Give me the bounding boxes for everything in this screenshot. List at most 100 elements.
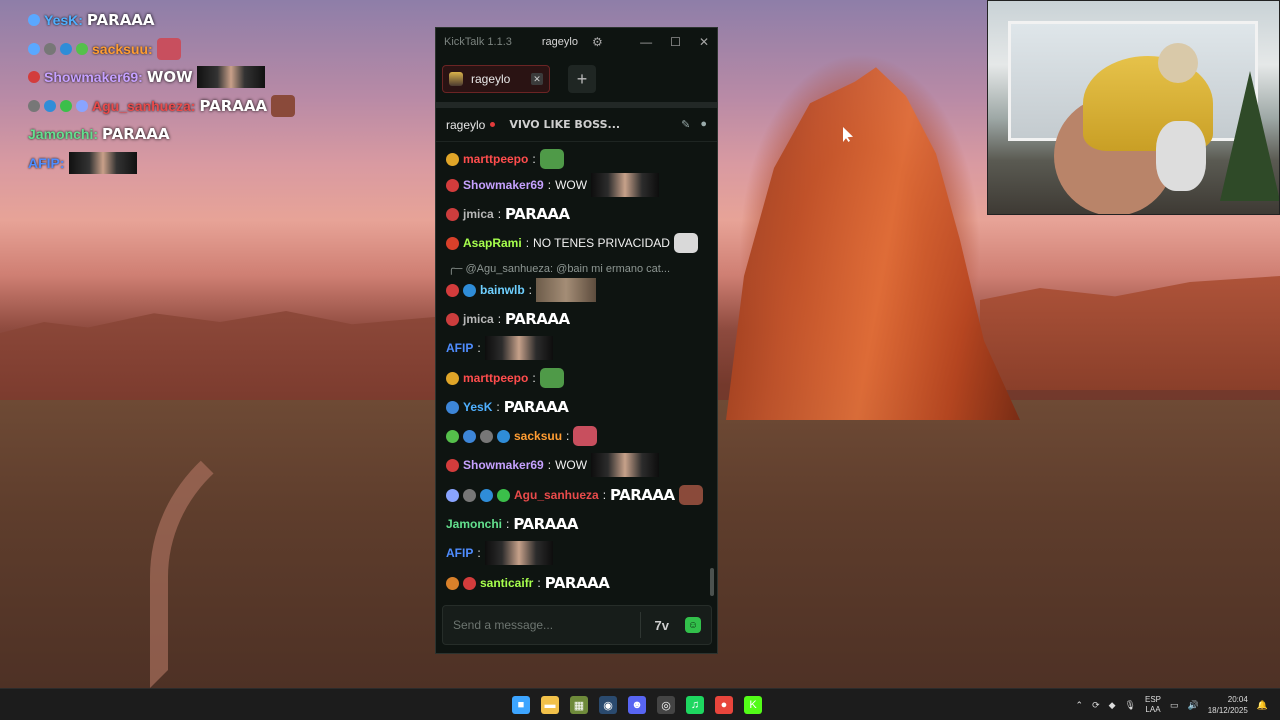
badge-icon bbox=[76, 42, 88, 55]
file-explorer-icon[interactable]: ▬ bbox=[541, 696, 559, 714]
chat-username[interactable]: marttpeepo bbox=[463, 371, 528, 385]
chat-message[interactable]: marttpeepo: bbox=[446, 148, 711, 170]
chat-username[interactable]: Agu_sanhueza bbox=[514, 488, 599, 502]
chat-message[interactable]: santicaifr: PARAAA bbox=[446, 572, 711, 594]
titlebar[interactable]: KickTalk 1.1.3 rageylo ⚙ — ☐ ✕ bbox=[436, 28, 717, 56]
tabs-bar: rageylo ✕ + bbox=[436, 56, 717, 108]
steam-icon[interactable]: ◉ bbox=[599, 696, 617, 714]
tab-close-icon[interactable]: ✕ bbox=[531, 73, 543, 85]
notification-icon[interactable]: 🔔 bbox=[1257, 700, 1268, 711]
spotify-icon[interactable]: ♫ bbox=[686, 696, 704, 714]
user-icon[interactable]: ● bbox=[700, 118, 707, 131]
obs-icon[interactable]: ◎ bbox=[657, 696, 675, 714]
badge-icon bbox=[446, 236, 459, 250]
chat-message[interactable]: AFIP: bbox=[446, 541, 711, 565]
gear-icon[interactable]: ⚙ bbox=[592, 35, 603, 49]
system-tray: ⌃ ⟳ ◆ 🎙 ESP LAA ▭ 🔊 20:04 18/12/2025 🔔 bbox=[1076, 689, 1268, 720]
chat-message[interactable]: AsapRami: NO TENES PRIVACIDAD bbox=[446, 232, 711, 254]
chat-username[interactable]: AsapRami bbox=[463, 236, 522, 250]
shield-icon[interactable]: ◆ bbox=[1109, 700, 1116, 711]
badge-icon bbox=[446, 576, 459, 590]
chat-username[interactable]: AFIP bbox=[446, 341, 473, 355]
badge-icon bbox=[446, 400, 459, 414]
windows-start-icon[interactable]: ■ bbox=[512, 696, 530, 714]
channel-name[interactable]: rageylo bbox=[446, 118, 485, 132]
clock[interactable]: 20:04 18/12/2025 bbox=[1208, 694, 1248, 716]
volume-icon[interactable]: 🔊 bbox=[1188, 700, 1199, 711]
chat-message[interactable]: Agu_sanhueza: PARAAA bbox=[446, 484, 711, 506]
chat-scrollbar[interactable] bbox=[710, 568, 714, 596]
kick-icon[interactable]: K bbox=[744, 696, 762, 714]
reply-preview[interactable]: ╭─ @Agu_sanhueza: @bain mi ermano cat... bbox=[448, 262, 670, 275]
add-tab-button[interactable]: + bbox=[568, 65, 596, 93]
chat-username[interactable]: santicaifr bbox=[480, 576, 533, 590]
colon: : bbox=[537, 576, 541, 590]
chat-message[interactable]: AFIP: bbox=[446, 336, 711, 360]
badge-icon bbox=[44, 99, 56, 112]
emote-icon bbox=[573, 426, 598, 446]
badge-icon bbox=[480, 488, 493, 502]
chat-username[interactable]: Showmaker69 bbox=[463, 178, 544, 192]
badge-icon bbox=[446, 152, 459, 166]
discord-icon[interactable]: ☻ bbox=[628, 696, 646, 714]
app-green-icon[interactable]: ▦ bbox=[570, 696, 588, 714]
chat-username[interactable]: bainwlb bbox=[480, 283, 525, 297]
message-composer: Send a message... 7v ☺ bbox=[442, 605, 712, 645]
chat-username[interactable]: sacksuu bbox=[514, 429, 562, 443]
kick-emote-icon[interactable]: ☺ bbox=[685, 617, 701, 633]
overlay-image-emote bbox=[68, 151, 137, 174]
overlay-username: AFIP: bbox=[28, 154, 65, 171]
overlay-chat-line: Agu_sanhueza: PARAAA bbox=[28, 92, 328, 121]
colon: : bbox=[547, 458, 552, 472]
chat-username[interactable]: jmica bbox=[463, 207, 494, 221]
chat-username[interactable]: Jamonchi bbox=[446, 517, 502, 531]
composer-divider bbox=[639, 612, 641, 638]
overlay-username: YesK: bbox=[44, 12, 83, 29]
language-indicator[interactable]: ESP LAA bbox=[1145, 695, 1161, 715]
emote-picker-icon[interactable]: 7v bbox=[655, 618, 669, 633]
overlay-chat-line: YesK: PARAAA bbox=[28, 6, 328, 35]
chat-message[interactable]: bainwlb: bbox=[446, 278, 711, 302]
colon: : bbox=[506, 517, 510, 531]
chat-message[interactable]: YesK: PARAAA bbox=[446, 396, 711, 418]
badge-icon bbox=[446, 178, 459, 192]
chat-message[interactable]: jmica: PARAAA bbox=[446, 203, 711, 225]
image-emote bbox=[591, 173, 660, 197]
chrome-icon[interactable]: ● bbox=[715, 696, 733, 714]
close-button[interactable]: ✕ bbox=[699, 35, 709, 49]
tab-rageylo[interactable]: rageylo ✕ bbox=[442, 65, 550, 93]
emote-icon bbox=[673, 233, 698, 253]
colon: : bbox=[525, 236, 530, 250]
mic-icon[interactable]: 🎙 bbox=[1125, 700, 1136, 711]
badge-icon bbox=[446, 283, 459, 297]
emote-icon bbox=[678, 485, 703, 505]
chat-text: NO TENES PRIVACIDAD bbox=[533, 236, 670, 250]
chat-messages[interactable]: marttpeepo: Showmaker69: WOW jmica: PARAAA As… bbox=[436, 148, 717, 600]
minimize-button[interactable]: — bbox=[640, 35, 652, 49]
app-title: KickTalk 1.1.3 bbox=[444, 36, 512, 48]
message-input[interactable]: Send a message... bbox=[453, 618, 640, 632]
chat-message[interactable]: sacksuu: bbox=[446, 425, 711, 447]
emote-icon bbox=[539, 368, 564, 388]
chevron-up-icon[interactable]: ⌃ bbox=[1076, 700, 1084, 711]
current-user[interactable]: rageylo bbox=[542, 36, 578, 48]
chat-username[interactable]: Showmaker69 bbox=[463, 458, 544, 472]
chat-message[interactable]: Showmaker69: WOW bbox=[446, 173, 711, 197]
badge-icon bbox=[60, 99, 72, 112]
chat-message[interactable]: Jamonchi: PARAAA bbox=[446, 513, 711, 535]
chat-username[interactable]: YesK bbox=[463, 400, 492, 414]
chat-message[interactable]: Showmaker69: WOW bbox=[446, 453, 711, 477]
display-icon[interactable]: ▭ bbox=[1170, 700, 1179, 711]
chat-message[interactable]: jmica: PARAAA bbox=[446, 308, 711, 330]
image-emote bbox=[536, 278, 597, 302]
pin-icon[interactable]: ✎ bbox=[681, 118, 690, 131]
maximize-button[interactable]: ☐ bbox=[670, 35, 681, 49]
overlay-emote-icon bbox=[271, 94, 296, 117]
chat-message[interactable]: marttpeepo: bbox=[446, 367, 711, 389]
chat-username[interactable]: marttpeepo bbox=[463, 152, 528, 166]
badge-icon bbox=[463, 488, 476, 502]
chat-username[interactable]: AFIP bbox=[446, 546, 473, 560]
chat-username[interactable]: jmica bbox=[463, 312, 494, 326]
badge-icon bbox=[463, 576, 476, 590]
sync-icon[interactable]: ⟳ bbox=[1092, 700, 1100, 711]
